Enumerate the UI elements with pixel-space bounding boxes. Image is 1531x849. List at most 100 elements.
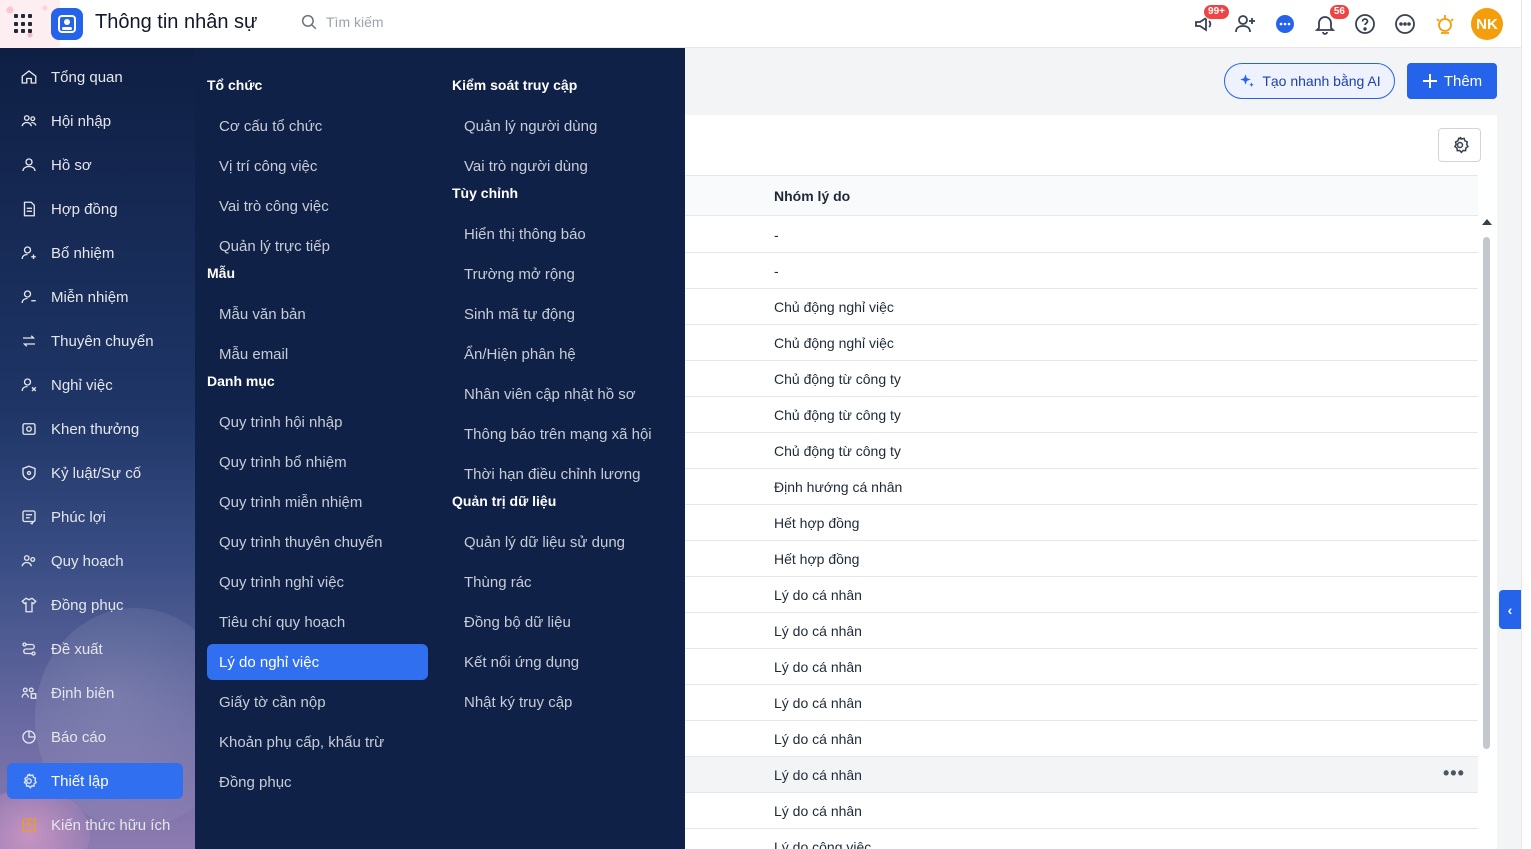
table-row[interactable]: Chủ động từ công ty (685, 361, 1478, 397)
menu-item[interactable]: Quy trình nghỉ việc (207, 564, 428, 600)
sidebar-item[interactable]: Quy hoạch (7, 543, 183, 579)
sidebar-item-label: Quy hoạch (51, 552, 124, 570)
table-row[interactable]: Hết hợp đồng (685, 505, 1478, 541)
help-button[interactable] (1351, 8, 1378, 40)
sidebar-item[interactable]: Thiết lập (7, 763, 183, 799)
menu-item[interactable]: Quy trình miễn nhiệm (207, 484, 428, 520)
apps-grid-icon[interactable] (14, 14, 34, 34)
table-row[interactable]: Hết hợp đồng (685, 541, 1478, 577)
menu-group-title: Tùy chỉnh (452, 185, 519, 201)
sidebar-item[interactable]: Tổng quan (7, 59, 183, 95)
menu-item[interactable]: Vai trò người dùng (452, 148, 673, 184)
menu-item[interactable]: Trường mở rộng (452, 256, 673, 292)
table-row[interactable]: Lý do cá nhân (685, 577, 1478, 613)
menu-item[interactable]: Quy trình hội nhập (207, 404, 428, 440)
menu-item[interactable]: Nhân viên cập nhật hồ sơ (452, 376, 673, 412)
sidebar-item-label: Hội nhập (51, 112, 112, 130)
sidebar-item-label: Đề xuất (51, 640, 103, 658)
menu-item[interactable]: Đồng phục (207, 764, 428, 800)
menu-item[interactable]: Quy trình bổ nhiệm (207, 444, 428, 480)
menu-item[interactable]: Vai trò công việc (207, 188, 428, 224)
reason-group-cell: Chủ động nghỉ việc (774, 299, 894, 315)
more-dots-icon[interactable]: ••• (1443, 763, 1465, 784)
menu-item[interactable]: Khoản phụ cấp, khấu trừ (207, 724, 428, 760)
menu-item[interactable]: Thùng rác (452, 564, 673, 600)
sidebar-item[interactable]: Khen thưởng (7, 411, 183, 447)
sidebar-item[interactable]: Phúc lợi (7, 499, 183, 535)
table-row[interactable]: Lý do cá nhân (685, 685, 1478, 721)
add-button[interactable]: Thêm (1407, 63, 1497, 99)
chat-button[interactable] (1271, 8, 1298, 40)
user-x-icon (20, 376, 38, 394)
menu-item[interactable]: Nhật ký truy cập (452, 684, 673, 720)
table-row[interactable]: Lý do cá nhân (685, 721, 1478, 757)
sidebar-item[interactable]: Bổ nhiệm (7, 235, 183, 271)
table-row[interactable]: Lý do cá nhân (685, 793, 1478, 829)
window-right-edge (1521, 0, 1531, 849)
table-row[interactable]: Lý do cá nhân ••• (685, 757, 1478, 793)
menu-item[interactable]: Thông báo trên mạng xã hội (452, 416, 673, 452)
menu-item[interactable]: Quản lý dữ liệu sử dụng (452, 524, 673, 560)
column-header-reason-group[interactable]: Nhóm lý do (774, 188, 850, 204)
sidebar-item[interactable]: Định biên (7, 675, 183, 711)
chart-icon (20, 728, 38, 746)
notification-button[interactable]: 56 (1311, 4, 1350, 40)
menu-item[interactable]: Kết nối ứng dụng (452, 644, 673, 680)
menu-item[interactable]: Tiêu chí quy hoạch (207, 604, 428, 640)
table-settings-button[interactable] (1438, 128, 1481, 162)
sidebar-item[interactable]: Hội nhập (7, 103, 183, 139)
table-row[interactable]: - (685, 217, 1478, 253)
sidebar-item[interactable]: Báo cáo (7, 719, 183, 755)
sidebar-item[interactable]: Kỷ luật/Sự cố (7, 455, 183, 491)
sidebar-item[interactable]: Miễn nhiệm (7, 279, 183, 315)
top-header: Thông tin nhân sự 99+ 56 NK (0, 0, 1521, 48)
gear-icon (1453, 136, 1469, 154)
menu-item[interactable]: Quản lý người dùng (452, 108, 673, 144)
search-bar[interactable] (300, 13, 486, 31)
menu-item[interactable]: Thời hạn điều chỉnh lương (452, 456, 673, 492)
sidebar: Tổng quan Hội nhập Hồ sơ Hợp đồng Bổ nhiệm Mi… (0, 48, 195, 849)
menu-item[interactable]: Giấy tờ cần nộp (207, 684, 428, 720)
menu-item[interactable]: Quy trình thuyên chuyển (207, 524, 428, 560)
menu-item[interactable]: Mẫu email (207, 336, 428, 372)
tet-event-button[interactable] (1431, 8, 1458, 40)
table-row[interactable]: Chủ động nghỉ việc (685, 289, 1478, 325)
ai-quick-create-button[interactable]: Tạo nhanh bằng AI (1224, 63, 1395, 99)
table-row[interactable]: Lý do công việc (685, 829, 1478, 849)
menu-item[interactable]: Cơ cấu tổ chức (207, 108, 428, 144)
sidebar-item[interactable]: Hồ sơ (7, 147, 183, 183)
sidebar-item[interactable]: Đồng phục (7, 587, 183, 623)
table-row[interactable]: Chủ động nghỉ việc (685, 325, 1478, 361)
sidebar-item[interactable]: Đề xuất (7, 631, 183, 667)
table-row[interactable]: - (685, 253, 1478, 289)
menu-item[interactable]: Sinh mã tự động (452, 296, 673, 332)
menu-item[interactable]: Quản lý trực tiếp (207, 228, 428, 264)
sidebar-item-label: Đồng phục (51, 596, 124, 614)
avatar[interactable]: NK (1471, 8, 1503, 40)
sidebar-item[interactable]: Kiến thức hữu ích (7, 807, 183, 843)
table-row[interactable]: Lý do cá nhân (685, 649, 1478, 685)
table-row[interactable]: Lý do cá nhân (685, 613, 1478, 649)
sidebar-item-label: Tổng quan (51, 68, 123, 86)
scroll-up-arrow-icon[interactable] (1482, 219, 1492, 225)
announcement-button[interactable]: 99+ (1191, 4, 1230, 40)
sidebar-item[interactable]: Thuyên chuyển (7, 323, 183, 359)
scrollbar-thumb[interactable] (1483, 237, 1490, 749)
table-row[interactable]: Chủ động từ công ty (685, 397, 1478, 433)
sidebar-item[interactable]: Nghỉ việc (7, 367, 183, 403)
more-button[interactable] (1391, 8, 1418, 40)
menu-item[interactable]: Vị trí công việc (207, 148, 428, 184)
table-scrollbar[interactable] (1482, 219, 1492, 849)
reason-group-cell: Lý do cá nhân (774, 767, 862, 783)
sidebar-item[interactable]: Hợp đồng (7, 191, 183, 227)
collapse-panel-tab[interactable]: ‹ (1499, 590, 1521, 629)
menu-item[interactable]: Lý do nghỉ việc (207, 644, 428, 680)
add-user-button[interactable] (1231, 8, 1258, 40)
menu-item[interactable]: Mẫu văn bản (207, 296, 428, 332)
table-row[interactable]: Định hướng cá nhân (685, 469, 1478, 505)
search-input[interactable] (326, 14, 486, 30)
menu-item[interactable]: Đồng bộ dữ liệu (452, 604, 673, 640)
table-row[interactable]: Chủ động từ công ty (685, 433, 1478, 469)
menu-item[interactable]: Ẩn/Hiện phân hệ (452, 336, 673, 372)
menu-item[interactable]: Hiển thị thông báo (452, 216, 673, 252)
